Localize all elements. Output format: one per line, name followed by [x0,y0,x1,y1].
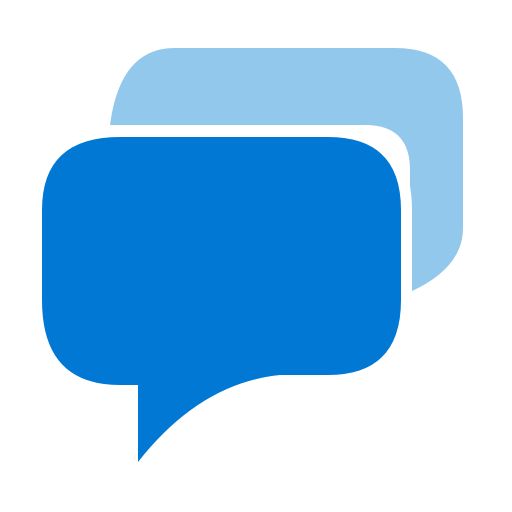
icon-canvas [0,0,512,512]
front-chat-bubble [42,137,401,462]
chat-bubbles-icon [34,48,463,468]
